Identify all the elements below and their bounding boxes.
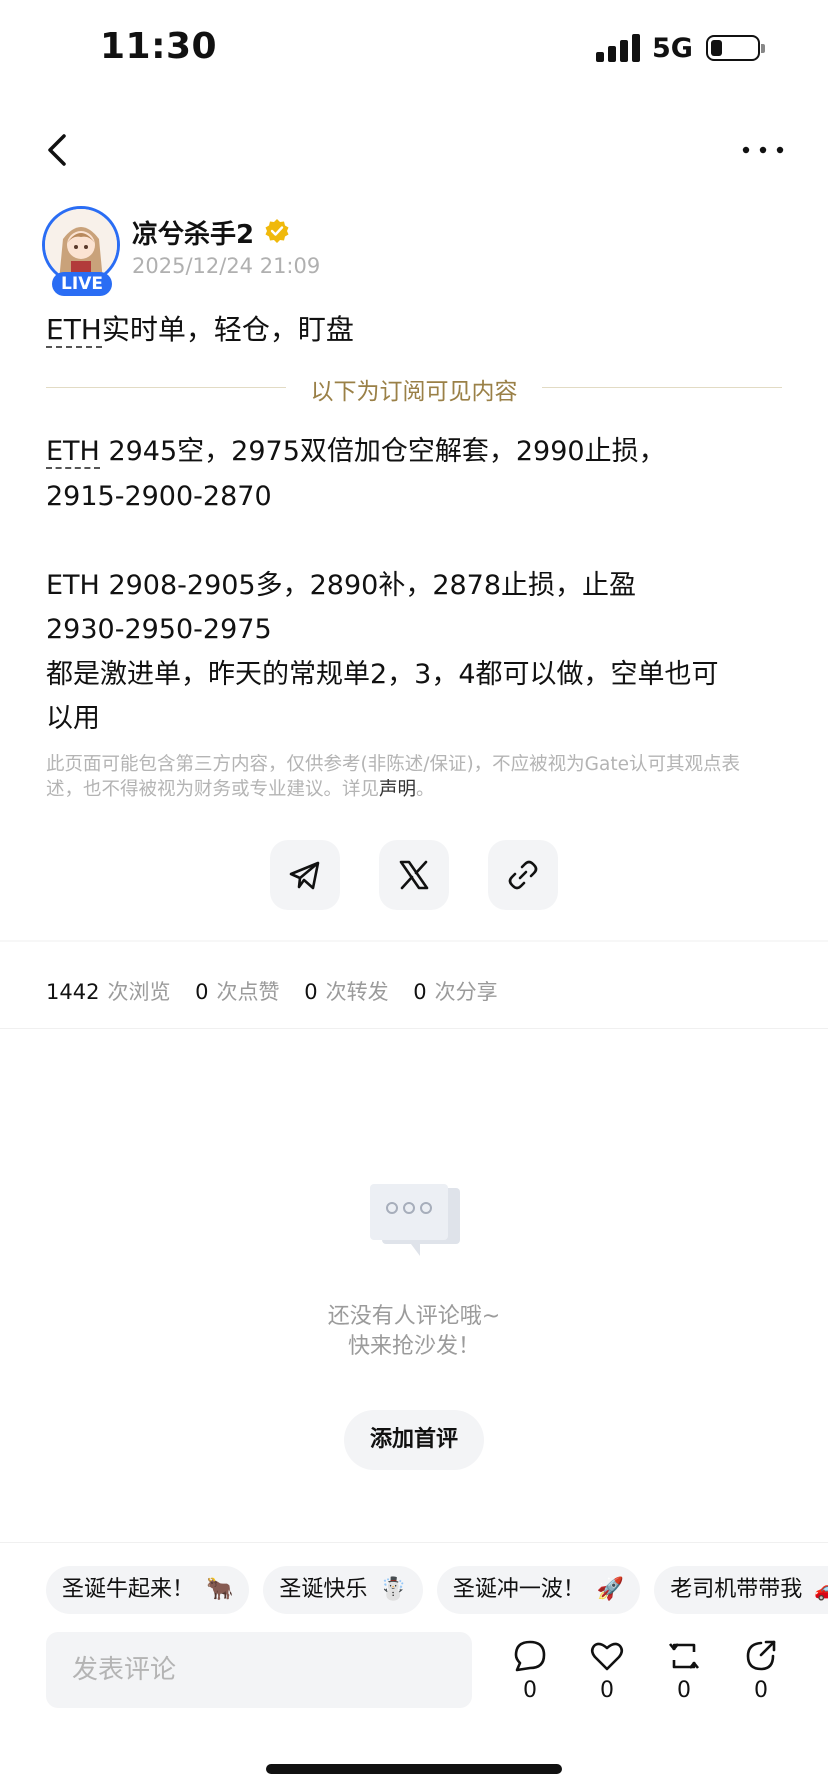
reposts-count: 0 — [304, 980, 318, 1004]
back-icon[interactable] — [40, 130, 80, 170]
chip-label: 圣诞牛起来！ — [62, 1577, 195, 1602]
signal-icon — [596, 34, 640, 62]
post-headline: ETH实时单，轻仓，盯盘 — [46, 308, 354, 348]
nav-bar — [0, 112, 828, 182]
post-body: ETH 2945空，2975双倍加仓空解套，2990止损， 2915-2900-… — [46, 430, 786, 742]
disclaimer: 此页面可能包含第三方内容，仅供参考(非陈述/保证)，不应被视为Gate认可其观点… — [46, 754, 740, 800]
body-line: 2915-2900-2870 — [46, 480, 272, 512]
empty-comments-icon — [370, 1184, 460, 1256]
likes-count: 0 — [195, 980, 209, 1004]
repost-button[interactable]: 0 — [654, 1638, 714, 1703]
chip-emoji: ☃️ — [379, 1577, 407, 1602]
subscriber-divider-label: 以下为订阅可见内容 — [310, 379, 518, 405]
body-line: ETH 2908-2905多，2890补，2878止损，止盈 — [46, 569, 637, 601]
ticker-link[interactable]: ETH — [46, 436, 100, 469]
quick-comment-chip[interactable]: 圣诞牛起来！ 🐂 — [46, 1566, 250, 1614]
disclaimer-link[interactable]: 声明 — [379, 779, 416, 800]
chip-label: 圣诞快乐 — [279, 1577, 368, 1602]
home-indicator — [266, 1764, 562, 1774]
author-name[interactable]: 凉兮杀手2 — [132, 214, 254, 251]
x-icon — [399, 860, 429, 890]
empty-comments-subtext: 快来抢沙发！ — [347, 1334, 480, 1359]
repost-count: 0 — [677, 1678, 691, 1703]
telegram-icon — [289, 861, 320, 890]
divider — [0, 940, 828, 942]
post-stats: 1442 次浏览 0 次点赞 0 次转发 0 次分享 — [46, 980, 498, 1004]
repost-icon — [668, 1643, 700, 1669]
link-icon — [508, 860, 538, 890]
comment-count: 0 — [523, 1678, 537, 1703]
body-line: 2930-2950-2975 — [46, 614, 272, 645]
chip-emoji: 🐂 — [206, 1577, 234, 1602]
live-badge: LIVE — [52, 272, 112, 296]
chip-label: 老司机带带我 — [670, 1577, 803, 1602]
share-arrow-icon — [746, 1640, 776, 1671]
share-button[interactable]: 0 — [731, 1638, 791, 1703]
battery-icon — [706, 35, 765, 61]
status-bar: 11:30 5G — [0, 0, 828, 100]
quick-comment-chip[interactable]: 老司机带带我 🚗 — [654, 1566, 828, 1614]
quick-comment-chip[interactable]: 圣诞冲一波！ 🚀 — [436, 1566, 641, 1614]
chip-emoji: 🚗 — [814, 1577, 828, 1602]
share-telegram-button[interactable] — [270, 840, 340, 910]
more-icon[interactable] — [740, 130, 786, 170]
divider — [0, 1028, 828, 1029]
verified-badge-icon — [265, 219, 289, 243]
quick-comment-chip[interactable]: 圣诞快乐 ☃️ — [263, 1566, 423, 1614]
shares-count: 0 — [413, 980, 427, 1004]
chip-label: 圣诞冲一波！ — [452, 1577, 585, 1602]
like-button[interactable]: 0 — [577, 1638, 637, 1703]
heart-icon — [590, 1642, 624, 1671]
status-time: 11:30 — [100, 26, 218, 67]
comment-input[interactable] — [46, 1632, 472, 1708]
body-line: 以用 — [46, 703, 100, 734]
body-line: ETH 2945空，2975双倍加仓空解套，2990止损， — [46, 436, 666, 469]
body-line: 都是激进单，昨天的常规单2，3，4都可以做，空单也可 — [46, 658, 719, 690]
headline-text: 实时单，轻仓，盯盘 — [101, 313, 354, 346]
chip-emoji: 🚀 — [596, 1577, 625, 1602]
subscriber-divider: 以下为订阅可见内容 — [46, 372, 782, 405]
share-count: 0 — [754, 1678, 768, 1703]
add-first-comment-button[interactable]: 添加首评 — [344, 1410, 484, 1470]
quick-comment-chips: 圣诞牛起来！ 🐂 圣诞快乐 ☃️ 圣诞冲一波！ 🚀 老司机带带我 🚗 — [46, 1566, 828, 1614]
like-count: 0 — [600, 1678, 614, 1703]
ticker-link[interactable]: ETH — [46, 313, 102, 348]
post-timestamp: 2025/12/24 21:09 — [132, 254, 321, 278]
views-count: 1442 — [46, 980, 100, 1004]
share-x-button[interactable] — [379, 840, 449, 910]
comment-icon — [514, 1640, 546, 1672]
copy-link-button[interactable] — [488, 840, 558, 910]
comment-button[interactable]: 0 — [500, 1638, 560, 1703]
divider — [0, 1542, 828, 1543]
network-label: 5G — [652, 33, 693, 64]
empty-comments-text: 还没有人评论哦~ — [327, 1304, 501, 1329]
